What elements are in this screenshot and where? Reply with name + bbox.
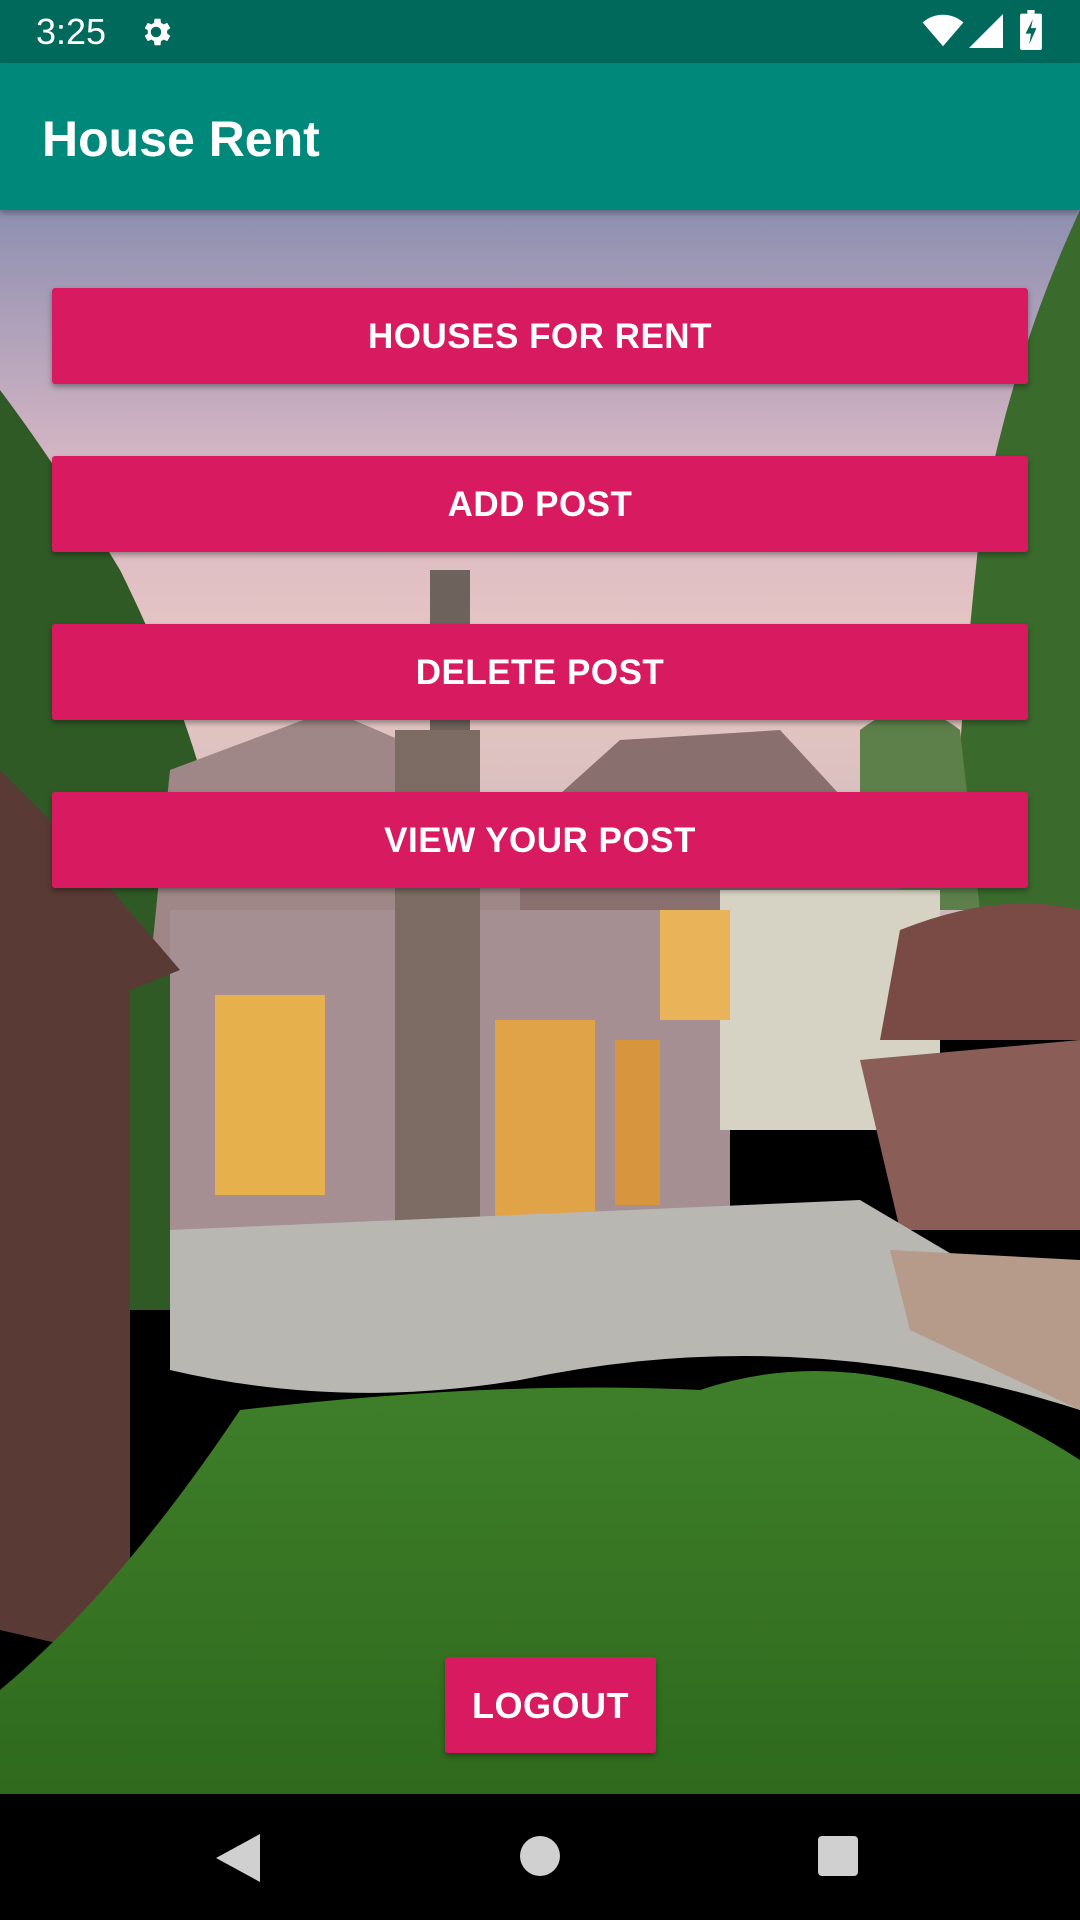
main-content: HOUSES FOR RENT ADD POST DELETE POST VIE… [0, 210, 1080, 1794]
app-title: House Rent [42, 111, 320, 167]
status-bar: 3:25 [0, 0, 1080, 63]
houses-for-rent-button[interactable]: HOUSES FOR RENT [52, 288, 1028, 384]
house-background-image [0, 210, 1080, 1794]
add-post-button[interactable]: ADD POST [52, 456, 1028, 552]
back-icon[interactable] [216, 1834, 260, 1882]
status-time: 3:25 [36, 11, 107, 52]
wifi-icon [922, 14, 964, 47]
delete-post-button[interactable]: DELETE POST [52, 624, 1028, 720]
home-icon[interactable] [520, 1836, 560, 1876]
battery-charging-icon [1020, 10, 1042, 50]
logout-button[interactable]: LOGOUT [445, 1657, 656, 1753]
recents-icon[interactable] [818, 1836, 858, 1876]
view-your-post-button[interactable]: VIEW YOUR POST [52, 792, 1028, 888]
gear-icon [144, 18, 171, 46]
signal-icon [969, 14, 1003, 48]
app-bar: House Rent [0, 63, 1080, 210]
